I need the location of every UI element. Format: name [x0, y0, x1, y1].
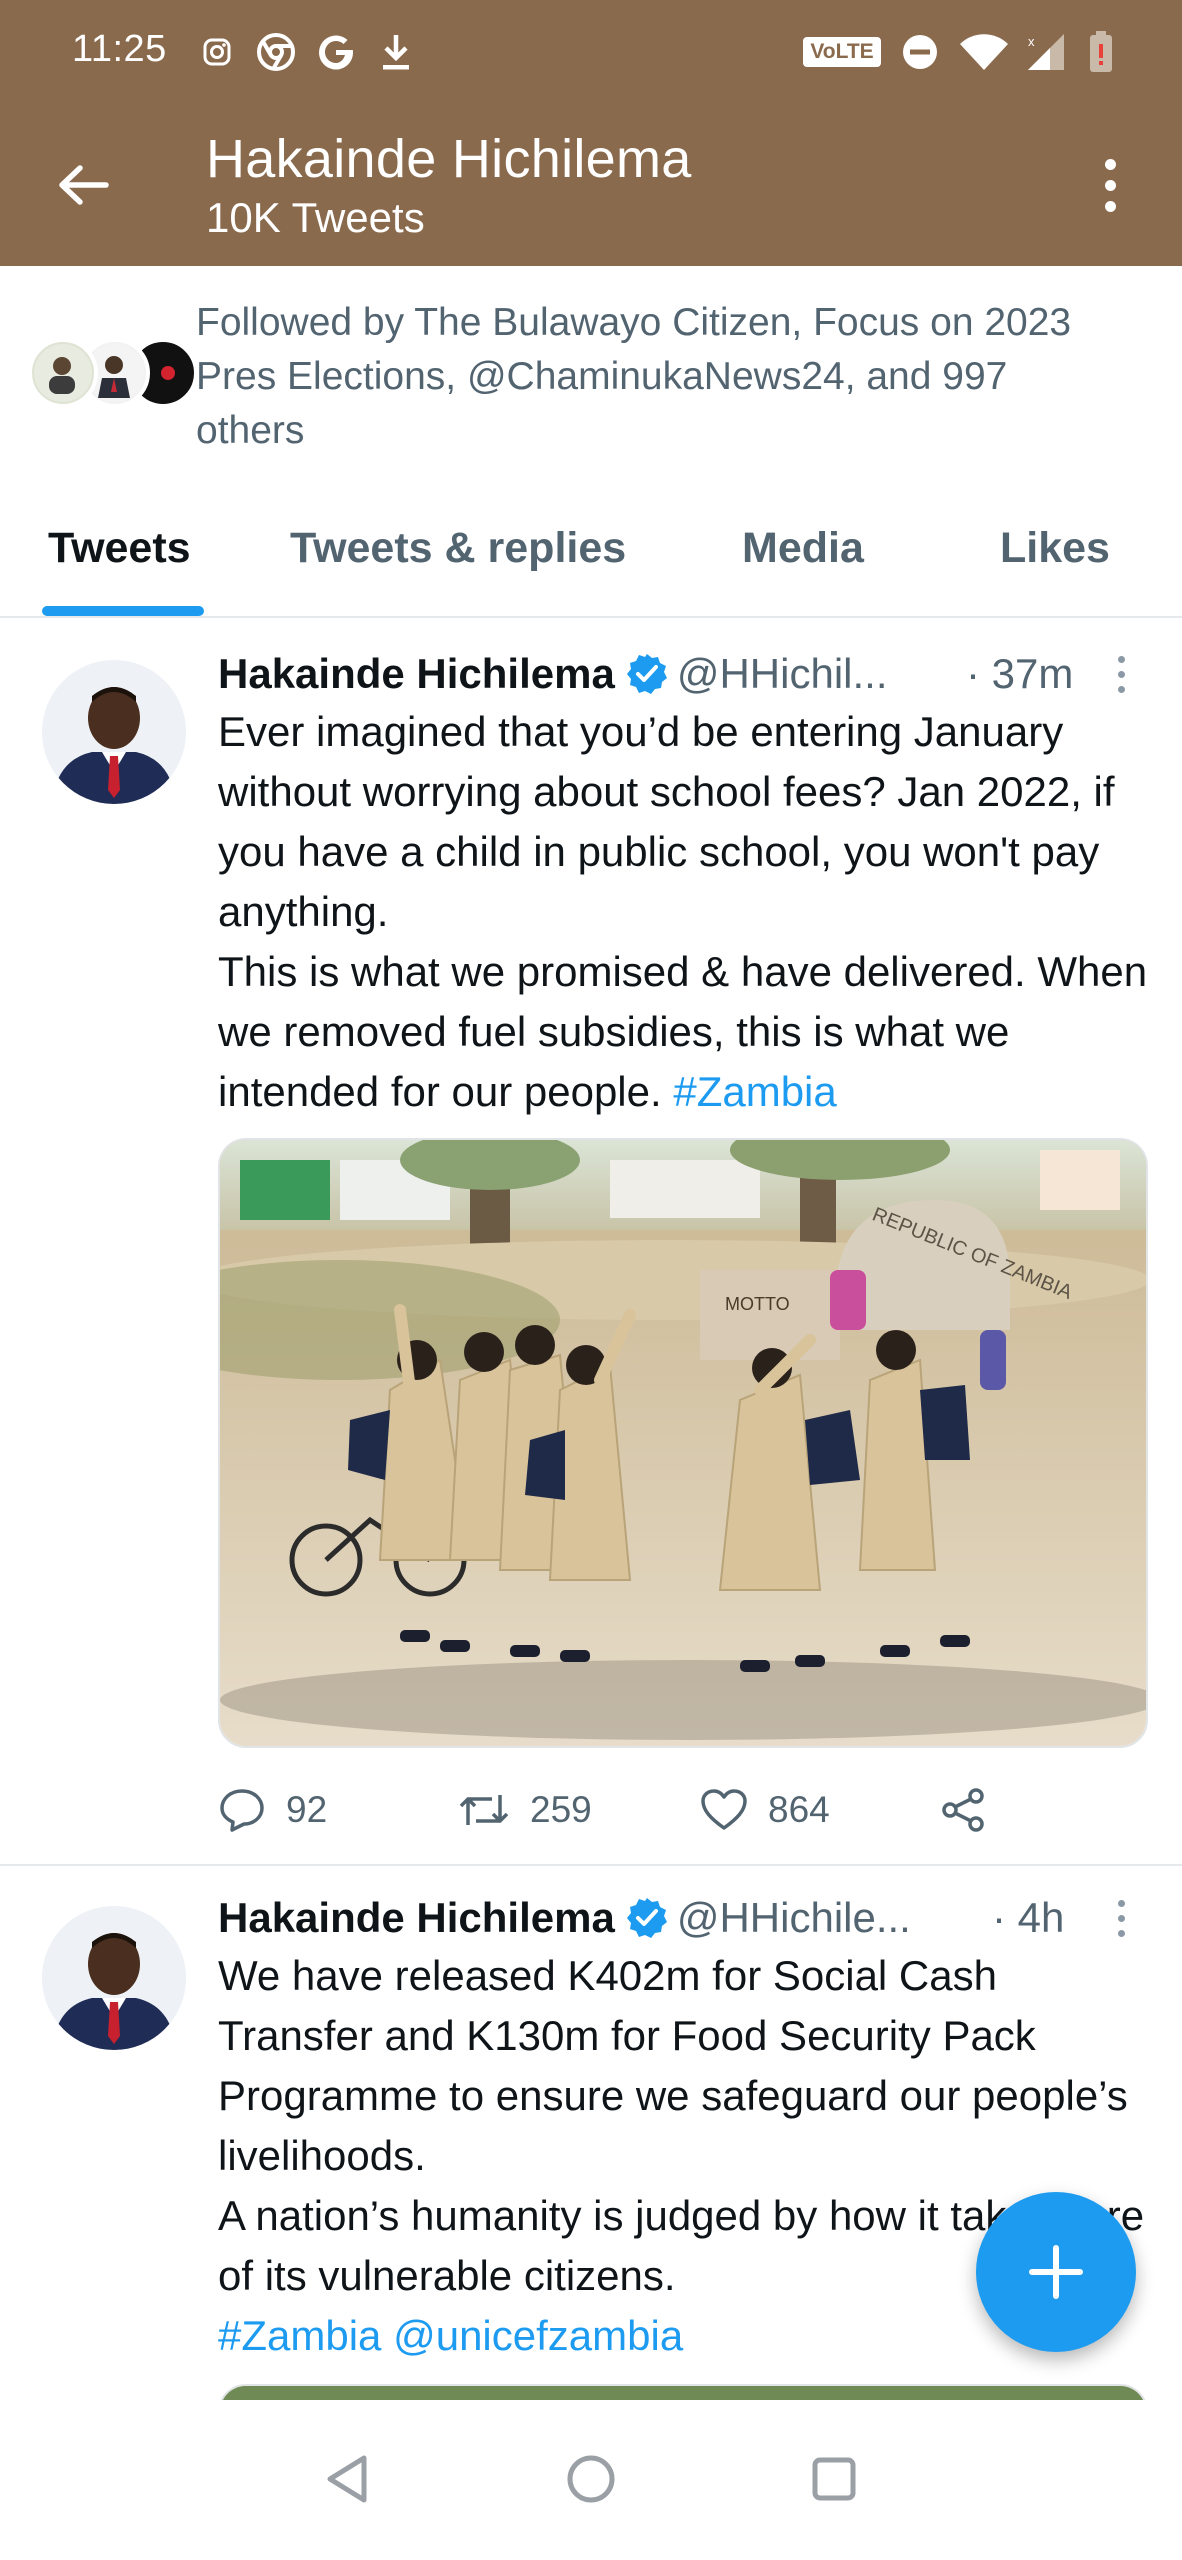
tweet-text-line: This is what we promised & have delivere…: [218, 948, 1148, 1115]
hashtag-link[interactable]: #Zambia: [673, 1068, 836, 1115]
like-button[interactable]: 864: [700, 1780, 830, 1840]
system-navigation-bar: [0, 2400, 1182, 2560]
profile-tabs: Tweets Tweets & replies Media Likes: [0, 482, 1182, 618]
status-bar: 11:25 VoLTE x: [0, 0, 1182, 110]
tweet-text-line: We have released K402m for Social Cash T…: [218, 1952, 1128, 2179]
instagram-icon: [200, 32, 234, 72]
tweet-header: Hakainde Hichilema @HHichil...: [218, 646, 887, 702]
school-children-photo: REPUBLIC OF ZAMBIA MOTTO: [220, 1140, 1146, 1746]
reply-count: 92: [286, 1789, 328, 1830]
verified-badge-icon: [626, 654, 667, 694]
recents-square-icon: [812, 2457, 856, 2501]
svg-text:x: x: [1028, 34, 1035, 49]
tweet-author-handle: @HHichil...: [676, 650, 888, 697]
tweet-time: · 4h: [992, 1894, 1065, 1941]
volte-badge: VoLTE: [803, 32, 881, 72]
home-circle-icon: [567, 2455, 615, 2503]
followed-by-text: Followed by The Bulawayo Citizen, Focus …: [196, 301, 1072, 452]
follower-avatar: [28, 338, 98, 408]
like-count: 864: [768, 1789, 830, 1830]
heart-icon: [701, 1789, 747, 1830]
tab-likes[interactable]: Likes: [1000, 524, 1110, 573]
tab-tweets-replies[interactable]: Tweets & replies: [290, 524, 626, 573]
compose-tweet-button[interactable]: [976, 2192, 1136, 2352]
tweet[interactable]: Hakainde Hichilema @HHichil... · 37m Eve…: [0, 620, 1182, 1866]
tweet-author-handle: @HHichile...: [676, 1894, 911, 1941]
tweet-time: · 37m: [966, 650, 1074, 697]
tweet-more-icon[interactable]: [1118, 656, 1128, 693]
tweet-image-preview: [220, 2386, 1146, 2400]
back-triangle-icon: [327, 2455, 367, 2503]
retweet-count: 259: [530, 1789, 592, 1830]
svg-text:MOTTO: MOTTO: [725, 1294, 790, 1314]
status-time: 11:25: [72, 28, 167, 70]
compose-plus-icon: [1029, 2245, 1083, 2299]
tweet-author-name[interactable]: Hakainde Hichilema: [218, 650, 615, 698]
tweet-avatar[interactable]: [42, 1906, 186, 2050]
tweet-header: Hakainde Hichilema @HHichile...: [218, 1890, 911, 1946]
verified-badge-icon: [626, 1898, 667, 1938]
overflow-menu-icon[interactable]: [1090, 150, 1130, 220]
tweet-avatar[interactable]: [42, 660, 186, 804]
reply-button[interactable]: 92: [218, 1780, 327, 1840]
tweet-image[interactable]: [218, 2384, 1148, 2400]
nav-recents-button[interactable]: [799, 2444, 869, 2514]
wifi-icon: [956, 32, 1012, 72]
tab-tweets[interactable]: Tweets: [48, 524, 191, 573]
retweet-icon: [459, 1795, 509, 1825]
tweet-count: 10K Tweets: [206, 194, 425, 241]
tweet-actions: 92 259 864: [218, 1780, 1118, 1840]
google-icon: [314, 32, 358, 72]
nav-home-button[interactable]: [556, 2444, 626, 2514]
profile-header: 11:25 VoLTE x Hakainde Hichilema 10K Twe…: [0, 0, 1182, 266]
tab-media[interactable]: Media: [742, 524, 864, 573]
share-button[interactable]: [940, 1780, 988, 1840]
tweet-text-line: Ever imagined that you’d be entering Jan…: [218, 708, 1115, 935]
tweet-image[interactable]: REPUBLIC OF ZAMBIA MOTTO: [218, 1138, 1148, 1748]
battery-low-icon: [1086, 31, 1116, 72]
active-tab-indicator: [42, 606, 204, 616]
dnd-icon: [898, 32, 942, 72]
tweet-more-icon[interactable]: [1118, 1900, 1128, 1937]
followed-by-row[interactable]: Followed by The Bulawayo Citizen, Focus …: [0, 266, 1182, 482]
tweet-author-name[interactable]: Hakainde Hichilema: [218, 1894, 615, 1942]
retweet-button[interactable]: 259: [458, 1780, 592, 1840]
signal-icon: x: [1022, 32, 1068, 72]
arrow-left-icon: [59, 165, 109, 205]
profile-name-title: Hakainde Hichilema: [206, 129, 692, 189]
chrome-icon: [254, 32, 298, 72]
share-icon: [942, 1788, 984, 1832]
tweet-text: Ever imagined that you’d be entering Jan…: [218, 702, 1158, 1122]
back-button[interactable]: [48, 150, 118, 220]
nav-back-button[interactable]: [312, 2444, 382, 2514]
reply-icon: [220, 1789, 264, 1832]
download-icon: [376, 32, 416, 72]
